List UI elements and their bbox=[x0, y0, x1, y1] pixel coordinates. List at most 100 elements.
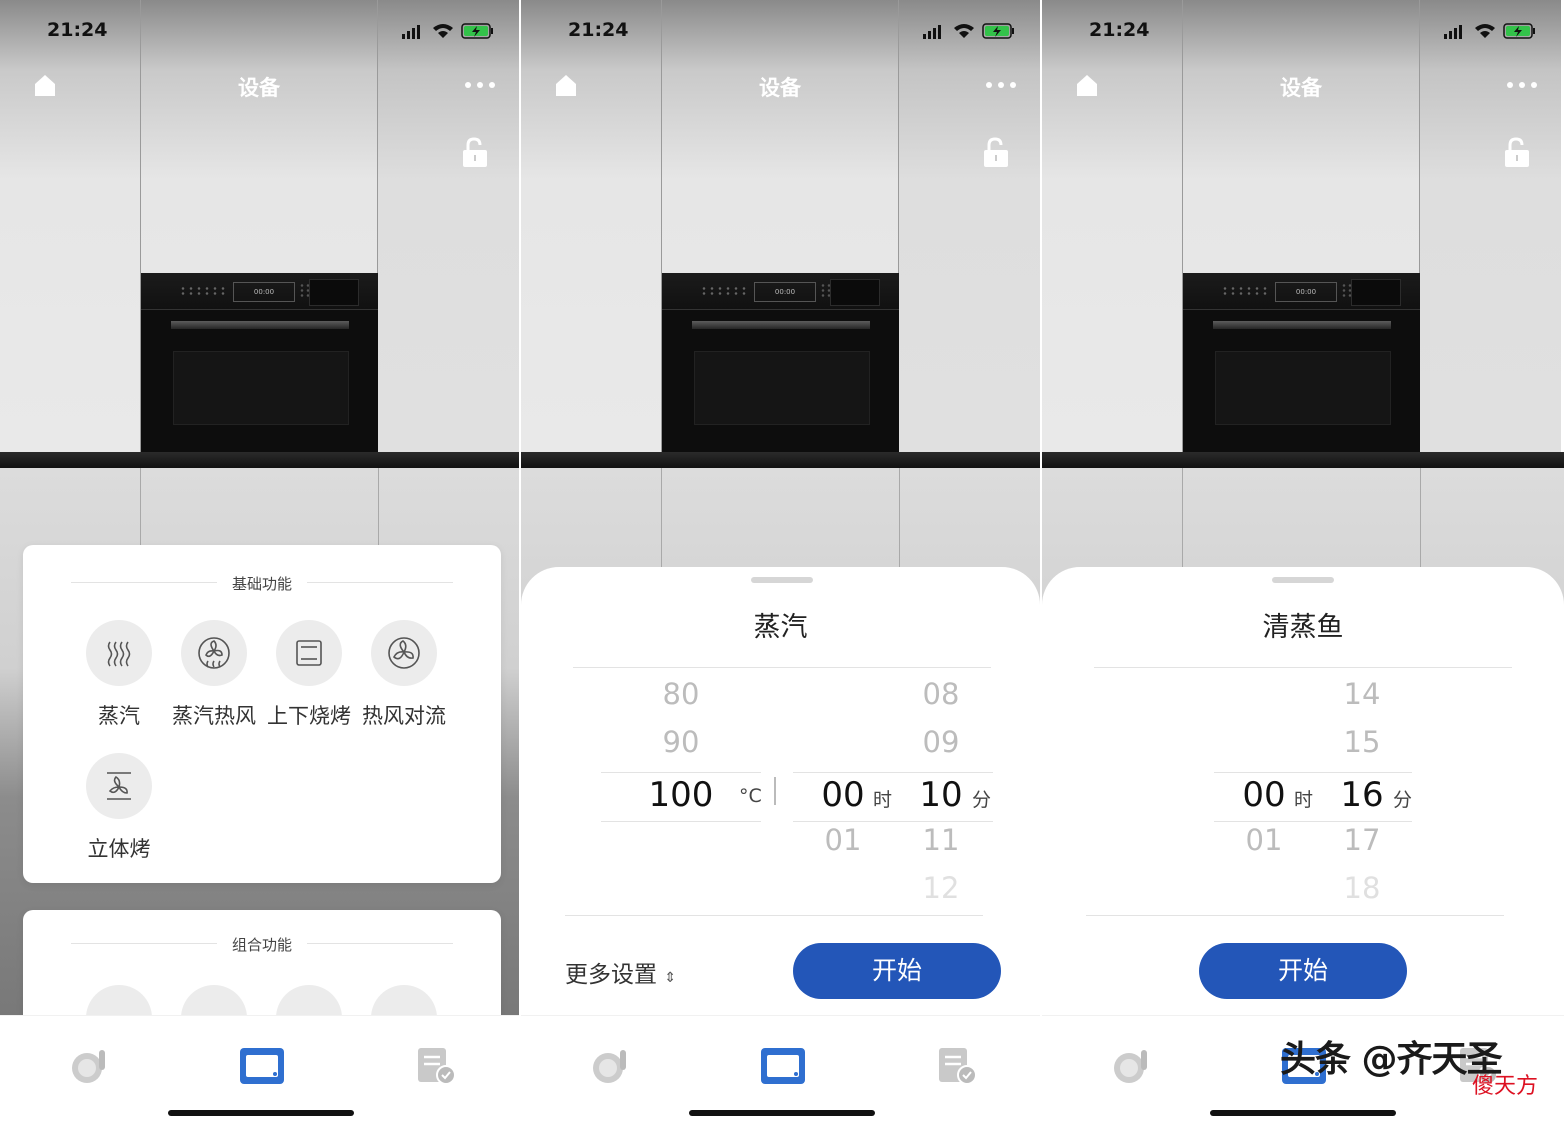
unlock-icon[interactable] bbox=[981, 136, 1011, 168]
sheet-grabber[interactable] bbox=[751, 577, 813, 583]
fan-convection-icon bbox=[388, 637, 420, 669]
minutes-option[interactable]: 15 bbox=[1340, 725, 1384, 759]
minutes-option[interactable]: 18 bbox=[1340, 871, 1384, 905]
minutes-unit: 分 bbox=[1393, 789, 1413, 811]
countertop bbox=[521, 452, 1040, 468]
minutes-option[interactable]: 12 bbox=[919, 871, 963, 905]
hours-selected[interactable]: 00 bbox=[1240, 775, 1288, 815]
unlock-icon[interactable] bbox=[460, 136, 490, 168]
hours-unit: 时 bbox=[873, 789, 893, 811]
device-tab-icon[interactable] bbox=[760, 1046, 806, 1086]
function-fan-convection[interactable]: 热风对流 bbox=[356, 620, 452, 730]
home-indicator bbox=[1210, 1110, 1396, 1116]
sheet-title: 蒸汽 bbox=[753, 612, 808, 643]
more-icon[interactable] bbox=[983, 76, 1019, 94]
minutes-option[interactable]: 11 bbox=[919, 823, 963, 857]
home-icon[interactable] bbox=[32, 72, 58, 98]
oven-display: 00:00 bbox=[233, 282, 295, 302]
cabinet bbox=[521, 0, 662, 452]
start-button[interactable]: 开始 bbox=[1199, 943, 1407, 999]
function-steam[interactable]: 蒸汽 bbox=[71, 620, 167, 730]
oven-image: 00:00 bbox=[1183, 273, 1420, 452]
picker-line bbox=[1214, 821, 1412, 822]
recipes-tab-icon[interactable] bbox=[589, 1046, 633, 1086]
more-settings-link[interactable]: 更多设置 ⇕ bbox=[565, 955, 676, 989]
function-3d-bake[interactable]: 立体烤 bbox=[71, 753, 167, 863]
watermark-sub: 傻天方 bbox=[1472, 1074, 1539, 1099]
minutes-option[interactable]: 14 bbox=[1340, 677, 1384, 711]
picker-line bbox=[601, 821, 761, 822]
steam-icon bbox=[107, 641, 131, 667]
status-time: 21:24 bbox=[568, 19, 629, 41]
picker-line bbox=[1214, 772, 1412, 773]
picker-line bbox=[793, 772, 993, 773]
status-time: 21:24 bbox=[1089, 19, 1150, 41]
status-icons bbox=[402, 23, 493, 39]
recipes-tab-icon[interactable] bbox=[1110, 1046, 1154, 1086]
minutes-option[interactable]: 08 bbox=[919, 677, 963, 711]
page-title: 设备 bbox=[238, 76, 280, 100]
hours-option[interactable]: 01 bbox=[1240, 823, 1288, 857]
top-bottom-grill-icon bbox=[296, 640, 322, 666]
unlock-icon[interactable] bbox=[1502, 136, 1532, 168]
page-title: 设备 bbox=[1280, 76, 1322, 100]
hours-selected[interactable]: 00 bbox=[819, 775, 867, 815]
oven-image: 00:00 bbox=[662, 273, 899, 452]
home-icon[interactable] bbox=[553, 72, 579, 98]
phone-screen-steam-settings: 00:00 21:24 设备 蒸汽 80 90 100 °C 00 时 01 0… bbox=[521, 0, 1042, 1129]
temp-selected[interactable]: 100 bbox=[639, 775, 723, 815]
divider bbox=[565, 915, 983, 916]
countertop bbox=[0, 452, 519, 468]
divider bbox=[573, 667, 991, 668]
phone-screen-functions: 00:00 21:24 设备 基础功能 蒸汽 蒸汽热风 上下烧烤 热风对流 立体… bbox=[0, 0, 521, 1129]
3d-bake-icon bbox=[107, 772, 131, 800]
watermark: 头条 @齐天圣 bbox=[1280, 1039, 1503, 1080]
home-indicator bbox=[168, 1110, 354, 1116]
recipes-tab-icon[interactable] bbox=[68, 1046, 112, 1086]
oven-display: 00:00 bbox=[1275, 282, 1337, 302]
divider bbox=[1086, 915, 1504, 916]
cabinet bbox=[1420, 0, 1561, 452]
more-icon[interactable] bbox=[462, 76, 498, 94]
function-top-bottom-grill[interactable]: 上下烧烤 bbox=[261, 620, 357, 730]
oven-image: 00:00 bbox=[141, 273, 378, 452]
sheet-title: 清蒸鱼 bbox=[1262, 612, 1344, 643]
status-icons bbox=[923, 23, 1014, 39]
temp-option[interactable]: 80 bbox=[641, 677, 721, 711]
section-header: 基础功能 bbox=[71, 573, 453, 594]
cabinet bbox=[899, 0, 1040, 452]
minutes-option[interactable]: 17 bbox=[1340, 823, 1384, 857]
divider bbox=[1094, 667, 1512, 668]
section-header: 组合功能 bbox=[71, 934, 453, 955]
hours-option[interactable]: 01 bbox=[819, 823, 867, 857]
picker-line bbox=[601, 772, 761, 773]
cabinet bbox=[1042, 0, 1183, 452]
temp-option[interactable]: 90 bbox=[641, 725, 721, 759]
picker-separator bbox=[774, 777, 776, 805]
device-tab-icon[interactable] bbox=[239, 1046, 285, 1086]
page-title: 设备 bbox=[759, 76, 801, 100]
minutes-selected[interactable]: 10 bbox=[919, 775, 963, 815]
minutes-selected[interactable]: 16 bbox=[1340, 775, 1384, 815]
home-indicator bbox=[689, 1110, 875, 1116]
phone-screen-recipe-settings: 00:00 21:24 设备 清蒸鱼 00 时 01 14 15 16 分 17… bbox=[1042, 0, 1564, 1129]
cabinet bbox=[378, 0, 519, 452]
hours-unit: 时 bbox=[1294, 789, 1314, 811]
oven-display: 00:00 bbox=[754, 282, 816, 302]
more-icon[interactable] bbox=[1504, 76, 1540, 94]
start-button[interactable]: 开始 bbox=[793, 943, 1001, 999]
picker-line bbox=[793, 821, 993, 822]
cabinet bbox=[0, 0, 141, 452]
steam-fan-icon bbox=[198, 637, 230, 669]
sort-arrows-icon: ⇕ bbox=[664, 970, 677, 986]
countertop bbox=[1042, 452, 1564, 468]
records-tab-icon[interactable] bbox=[415, 1046, 459, 1086]
temp-unit: °C bbox=[739, 785, 762, 807]
records-tab-icon[interactable] bbox=[936, 1046, 980, 1086]
status-icons bbox=[1444, 23, 1535, 39]
minutes-option[interactable]: 09 bbox=[919, 725, 963, 759]
sheet-grabber[interactable] bbox=[1272, 577, 1334, 583]
function-steam-fan[interactable]: 蒸汽热风 bbox=[166, 620, 262, 730]
home-icon[interactable] bbox=[1074, 72, 1100, 98]
minutes-unit: 分 bbox=[972, 789, 992, 811]
